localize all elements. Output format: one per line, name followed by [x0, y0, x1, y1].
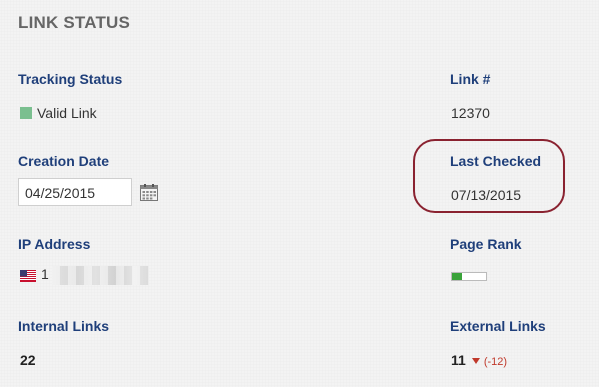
link-number-label: Link # [450, 71, 491, 87]
creation-date-label: Creation Date [18, 153, 110, 169]
external-links-value-row: 11 (-12) [451, 352, 507, 368]
internal-links-value: 22 [20, 352, 36, 368]
section-title: LINK STATUS [18, 13, 131, 32]
external-links-value: 11 [451, 352, 466, 368]
external-links-label: External Links [450, 318, 546, 334]
creation-date-input[interactable]: 04/25/2015 [18, 178, 132, 206]
page-rank-label: Page Rank [450, 236, 522, 252]
tracking-status-label: Tracking Status [18, 71, 123, 87]
page-rank-bar [451, 272, 487, 281]
status-indicator-icon [20, 107, 32, 119]
calendar-icon[interactable] [140, 184, 158, 201]
external-links-change: (-12) [483, 356, 508, 368]
ip-address-value: 1 [41, 266, 49, 282]
link-number-value: 12370 [451, 105, 490, 121]
page-rank-fill [452, 273, 463, 280]
internal-links-label: Internal Links [18, 318, 110, 334]
us-flag-icon [20, 270, 36, 282]
down-arrow-icon [471, 358, 480, 364]
ip-address-label: IP Address [18, 236, 91, 252]
tracking-status-text: Valid Link [37, 105, 97, 121]
tracking-status-value: Valid Link [20, 105, 97, 121]
last-checked-highlight [413, 139, 565, 213]
ip-address-redacted [52, 266, 149, 285]
